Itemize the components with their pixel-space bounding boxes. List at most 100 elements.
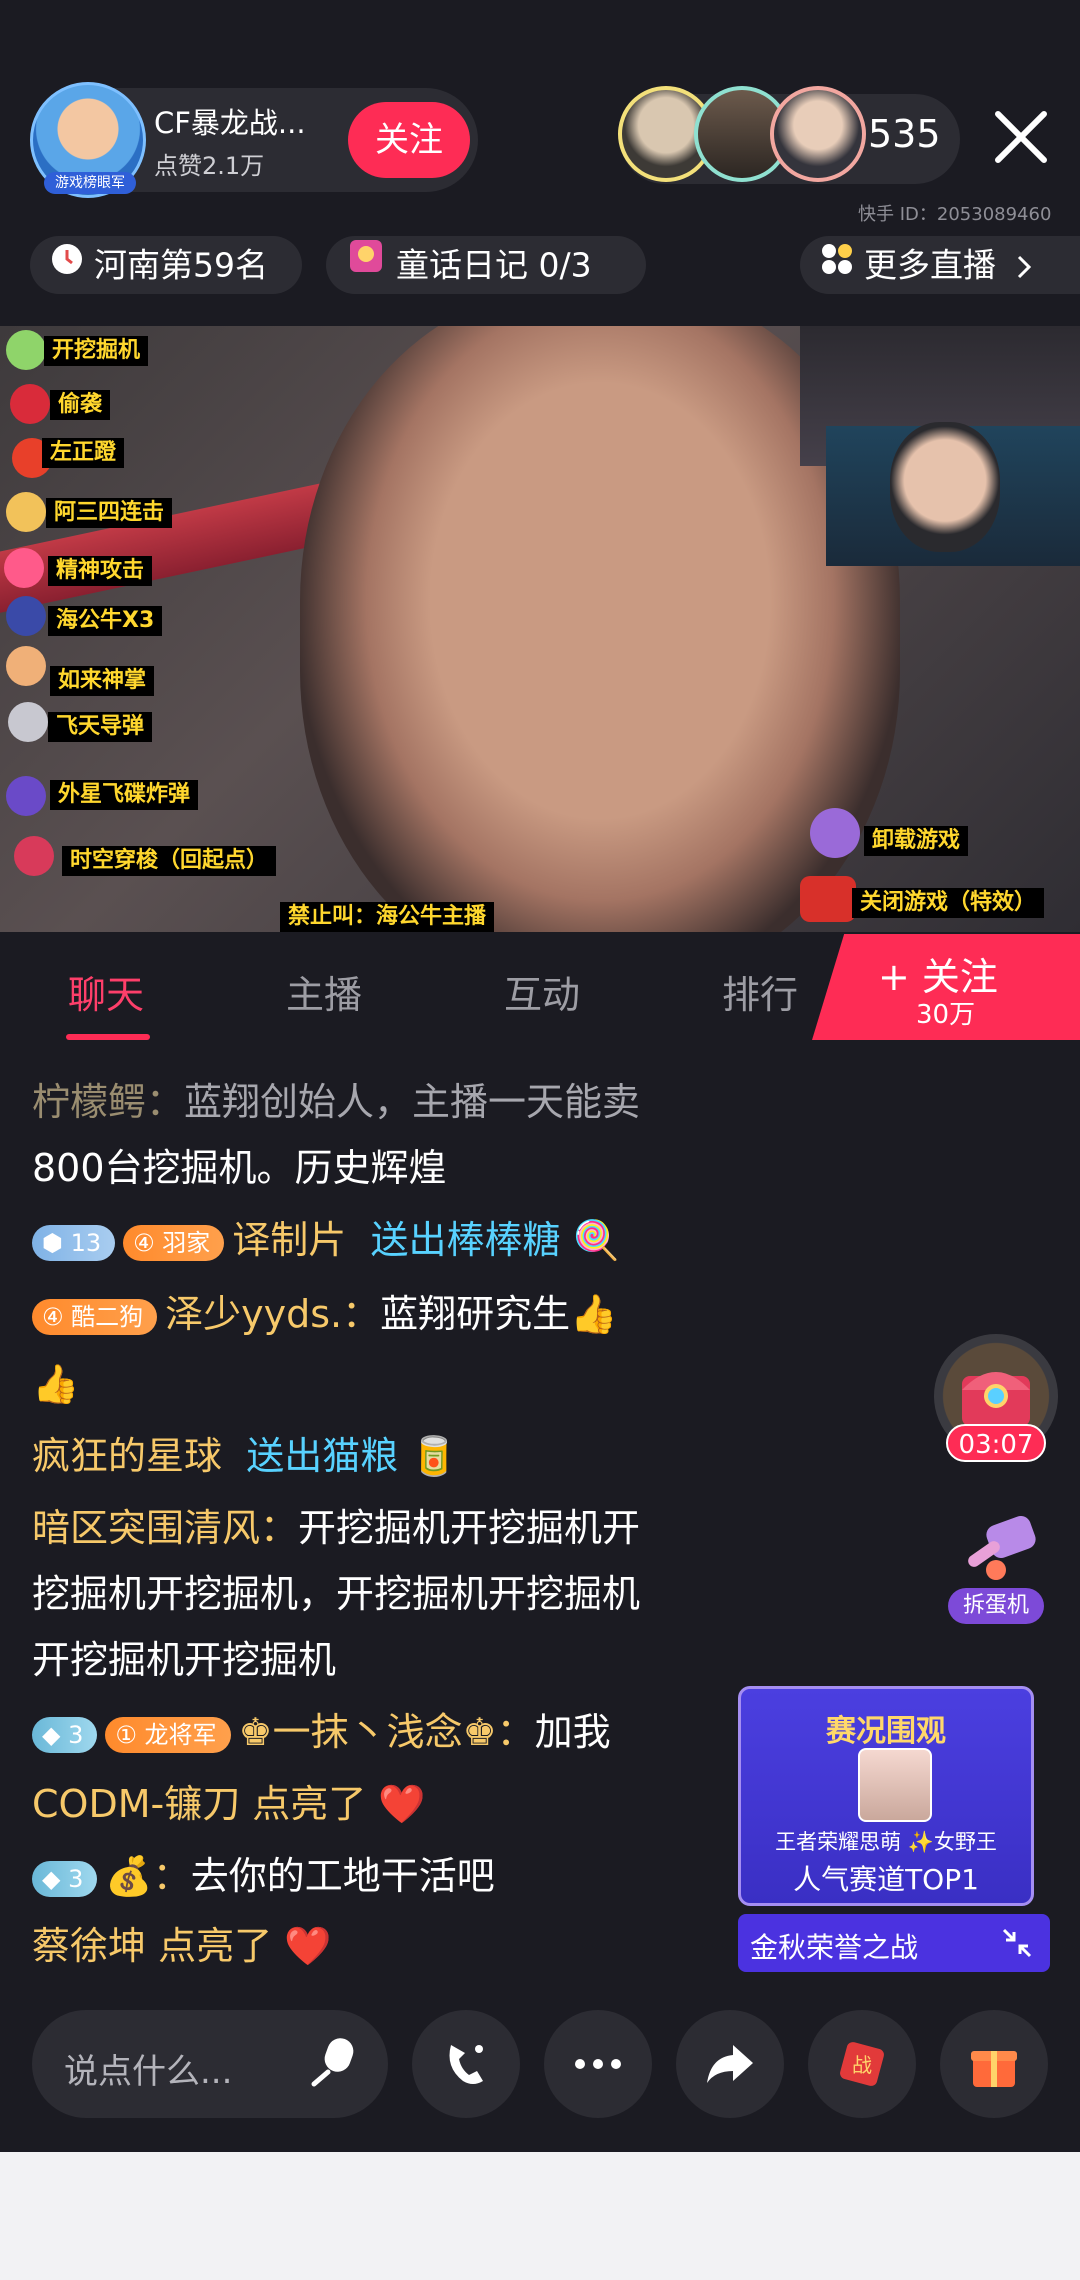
battle-button[interactable]: 战 <box>808 2010 916 2118</box>
effect-label[interactable]: 精神攻击 <box>48 556 153 586</box>
chat-message[interactable]: 柠檬鳄：蓝翔创始人，主播一天能卖 <box>32 1078 712 1126</box>
portal-icon <box>14 836 54 876</box>
gift-text: 送出猫粮 <box>246 1434 399 1478</box>
kuaishou-id: 快手 ID：2053089460 <box>858 204 1052 225</box>
effect-label[interactable]: 左正蹬 <box>42 438 125 468</box>
tab-underline <box>66 1034 150 1040</box>
level-badge: ◆ 3 <box>32 1860 98 1897</box>
follow-big-label: + 关注 <box>878 955 998 999</box>
effect-label[interactable]: 时空穿梭（回起点） <box>62 846 277 876</box>
chat-text: 蓝翔创始人，主播一天能卖 <box>184 1080 641 1124</box>
treasure-timer[interactable]: 03:07 <box>946 1424 1046 1462</box>
like-message[interactable]: CODM-镰刀 点亮了 ❤️ <box>32 1780 712 1828</box>
host-name[interactable]: CF暴龙战... <box>154 100 306 142</box>
tab-rank[interactable]: 排行 <box>722 964 798 1019</box>
palm-icon <box>6 646 46 686</box>
microphone-icon[interactable] <box>306 2034 362 2098</box>
banner-line1: 王者荣耀思萌 ✨女野王 <box>775 1830 997 1854</box>
level-badge: ⬢ 13 <box>32 1224 116 1261</box>
missile-icon <box>8 702 48 742</box>
svg-text:战: 战 <box>852 2053 872 2077</box>
banner-photo <box>858 1748 932 1822</box>
chat-message[interactable]: ◆ 3 💰：去你的工地干活吧 <box>32 1852 712 1900</box>
book-icon <box>346 236 386 294</box>
chat-text: 去你的工地干活吧 <box>190 1854 495 1898</box>
chat-text: 开挖掘机开挖掘机 <box>32 1638 337 1682</box>
chat-message[interactable]: 暗区突围清风：开挖掘机开挖掘机开 <box>32 1504 712 1552</box>
effect-label[interactable]: 海公牛X3 <box>48 606 163 636</box>
chat-username[interactable]: 暗区突围清风： <box>32 1506 298 1550</box>
viewer-count[interactable]: 535 <box>868 112 941 156</box>
chat-username[interactable]: 泽少yyds.： <box>165 1292 380 1336</box>
effect-label[interactable]: 开挖掘机 <box>44 336 149 366</box>
host-avatar-tag: 游戏榜眼军 <box>44 172 136 194</box>
chevron-right-icon <box>1007 246 1035 285</box>
chat-message[interactable]: ⬢ 13 ④ 羽家 译制片 送出棒棒糖 🍭 <box>32 1216 712 1264</box>
car-icon <box>800 876 856 922</box>
cat-food-icon: 🥫 <box>410 1434 458 1478</box>
lollipop-icon: 🍭 <box>572 1218 620 1262</box>
chat-message[interactable]: 疯狂的星球 送出猫粮 🥫 <box>32 1432 712 1480</box>
effect-label[interactable]: 外星飞碟炸弹 <box>50 780 199 810</box>
gift-text: 送出棒棒糖 <box>370 1218 561 1262</box>
chat-text: 蓝翔研究生👍 <box>380 1292 618 1336</box>
chat-message[interactable]: ④ 酷二狗 泽少yyds.：蓝翔研究生👍 <box>32 1290 712 1338</box>
effect-label[interactable]: 偷袭 <box>50 390 111 420</box>
chat-username[interactable]: 柠檬鳄： <box>32 1080 184 1124</box>
system-nav-area <box>0 2152 1080 2280</box>
effect-label[interactable]: 飞天导弹 <box>48 712 153 742</box>
chat-username[interactable]: 疯狂的星球 <box>32 1434 222 1478</box>
chat-text: 加我 <box>534 1710 611 1754</box>
grid-icon <box>820 236 854 294</box>
chat-username[interactable]: ♚一抹丶浅念♚： <box>239 1710 535 1754</box>
tab-interact[interactable]: 互动 <box>504 964 580 1019</box>
effect-icon <box>6 330 46 370</box>
ufo-icon <box>6 776 46 816</box>
viewer-avatar-3[interactable] <box>770 86 866 182</box>
tab-chat[interactable]: 聊天 <box>68 964 144 1019</box>
share-button[interactable] <box>676 2010 784 2118</box>
clock-icon <box>50 236 84 294</box>
chat-text: 👍 <box>32 1362 80 1406</box>
banner-title: 赛况围观 <box>826 1714 946 1749</box>
follower-count: 30万 <box>916 1000 976 1030</box>
live-room: 游戏榜眼军 CF暴龙战... 点赞2.1万 关注 535 快手 ID：20530… <box>0 0 1080 2152</box>
more-live-tag[interactable]: 更多直播 <box>800 236 1080 294</box>
heart-icon <box>4 548 44 588</box>
hammer-icon[interactable] <box>948 1510 1044 1594</box>
effect-label[interactable]: 如来神掌 <box>50 666 155 696</box>
diary-tag-label: 童话日记 0/3 <box>396 245 592 285</box>
fan-badge: ④ 羽家 <box>123 1224 225 1261</box>
chat-username[interactable]: 💰： <box>105 1854 190 1898</box>
chat-text: 挖掘机开挖掘机，开挖掘机开挖掘机 <box>32 1572 641 1616</box>
effect-label[interactable]: 关闭游戏（特效） <box>852 888 1045 918</box>
comment-placeholder: 说点什么... <box>64 2052 233 2092</box>
effect-label[interactable]: 卸载游戏 <box>864 826 969 856</box>
follow-button[interactable]: 关注 <box>348 102 470 178</box>
banner-line2: 人气赛道TOP1 <box>793 1863 979 1896</box>
effect-label[interactable]: 禁止叫：海公牛主播 <box>280 902 495 932</box>
rank-tag[interactable]: 河南第59名 <box>30 236 302 294</box>
more-button[interactable] <box>544 2010 652 2118</box>
chat-text: 开挖掘机开挖掘机开 <box>298 1506 641 1550</box>
level-badge: ◆ 3 <box>32 1716 98 1753</box>
like-message[interactable]: 蔡徐坤 点亮了 ❤️ <box>32 1922 712 1970</box>
host-likes: 点赞2.1万 <box>154 152 265 180</box>
fan-badge: ④ 酷二狗 <box>32 1298 158 1335</box>
gift-button[interactable] <box>940 2010 1048 2118</box>
chat-username[interactable]: 译制片 <box>232 1218 346 1262</box>
fan-badge: ① 龙将军 <box>105 1716 231 1753</box>
diary-tag[interactable]: 童话日记 0/3 <box>326 236 646 294</box>
hammer-label[interactable]: 拆蛋机 <box>948 1588 1044 1624</box>
chat-message[interactable]: ◆ 3① 龙将军 ♚一抹丶浅念♚：加我 <box>32 1708 712 1756</box>
effect-label[interactable]: 阿三四连击 <box>46 498 173 528</box>
more-live-label: 更多直播 <box>864 245 996 285</box>
close-icon[interactable] <box>988 104 1054 170</box>
collapse-icon[interactable] <box>1000 1926 1034 1964</box>
uninstall-icon <box>810 808 860 858</box>
bull-icon <box>6 596 46 636</box>
rank-tag-label: 河南第59名 <box>94 245 268 285</box>
banner-footer-label: 金秋荣誉之战 <box>750 1931 919 1964</box>
call-button[interactable] <box>412 2010 520 2118</box>
tab-anchor[interactable]: 主播 <box>286 964 362 1019</box>
